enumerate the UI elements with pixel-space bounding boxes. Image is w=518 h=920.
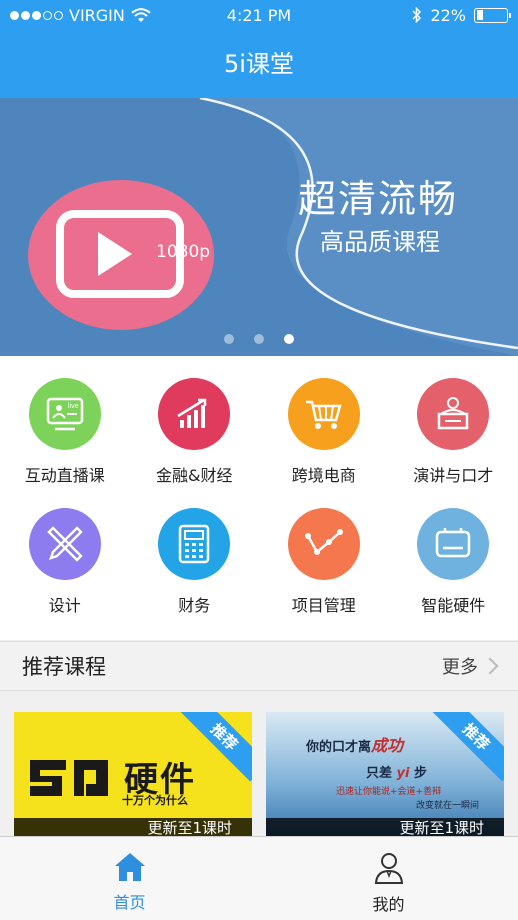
- finance-chart-icon: [158, 378, 231, 450]
- pager-dot-active[interactable]: [284, 334, 294, 344]
- pager-dot[interactable]: [224, 334, 234, 344]
- category-label: 智能硬件: [421, 596, 486, 615]
- course-card[interactable]: 你的口才离成功 只差 yi 步 迅速让你能说+会道+善辩 改变就在一瞬间 推荐 …: [266, 712, 504, 842]
- chevron-right-icon: [481, 657, 499, 675]
- podium-icon: [417, 378, 490, 450]
- section-title: 推荐课程: [22, 655, 106, 679]
- course-tagline: 十万个为什么: [122, 794, 188, 807]
- recommend-section-header: 推荐课程 更多: [0, 641, 518, 691]
- category-ecommerce[interactable]: 跨境电商: [259, 378, 389, 508]
- category-speech[interactable]: 演讲与口才: [389, 378, 518, 508]
- profile-icon: [374, 853, 403, 884]
- category-project[interactable]: 项目管理: [259, 508, 389, 640]
- more-label: 更多: [442, 657, 478, 678]
- status-right: 22%: [412, 5, 511, 25]
- recommend-badge: 推荐: [431, 712, 504, 782]
- play-icon: [98, 232, 132, 276]
- battery-icon: [474, 7, 511, 23]
- category-label: 设计: [48, 596, 81, 615]
- top-bar: VIRGIN 4:21 PM 22% 5i课堂: [0, 0, 518, 98]
- category-label: 互动直播课: [24, 466, 105, 485]
- banner-subtitle: 高品质课程: [320, 228, 440, 256]
- course-card[interactable]: 硬件 十万个为什么 推荐 更新至1课时: [14, 712, 252, 842]
- category-label: 财务: [178, 596, 211, 615]
- video-frame-icon: 1080p: [56, 210, 210, 298]
- category-label: 项目管理: [291, 596, 356, 615]
- status-bar: VIRGIN 4:21 PM 22%: [0, 0, 518, 30]
- device-icon: [417, 508, 490, 580]
- more-link[interactable]: 更多: [442, 653, 499, 679]
- resolution-label: 1080p: [156, 242, 211, 262]
- signal-strength-icon: [10, 10, 63, 20]
- home-icon: [114, 853, 145, 881]
- page-title: 5i课堂: [224, 50, 294, 78]
- tab-profile[interactable]: 我的: [259, 837, 518, 920]
- tab-label: 我的: [372, 895, 405, 914]
- pager-dot[interactable]: [254, 334, 264, 344]
- category-finance[interactable]: 金融&财经: [130, 378, 260, 508]
- category-accounting[interactable]: 财务: [130, 508, 260, 640]
- course-line: 改变就在一瞬间: [416, 801, 480, 811]
- category-design[interactable]: 设计: [0, 508, 130, 640]
- course-line: 迅速让你能说+会道+善辩: [336, 787, 442, 797]
- status-left: VIRGIN: [10, 6, 151, 25]
- banner-pager[interactable]: [224, 334, 294, 344]
- course-line: 只差 yi 步: [366, 766, 428, 781]
- tab-home[interactable]: 首页: [0, 837, 259, 920]
- battery-percent: 22%: [430, 5, 466, 25]
- video-badge: 1080p: [28, 180, 214, 330]
- svg-text:live: live: [68, 403, 79, 410]
- battery-fill: [476, 10, 483, 20]
- category-label: 金融&财经: [156, 466, 233, 485]
- category-label: 跨境电商: [291, 466, 356, 485]
- design-tools-icon: [28, 508, 101, 580]
- category-hardware[interactable]: 智能硬件: [389, 508, 518, 640]
- live-class-icon: live: [28, 378, 101, 450]
- category-grid: live 互动直播课 金融&财经 跨境电商 演讲与口才 设计 财务 项目管理 智…: [0, 356, 518, 640]
- carrier-name: VIRGIN: [69, 5, 125, 25]
- course-list: 硬件 十万个为什么 推荐 更新至1课时 你的口才离成功 只差 yi 步 迅速让你…: [0, 691, 518, 842]
- calculator-icon: [158, 508, 231, 580]
- tab-bar: 首页 我的: [0, 836, 518, 920]
- bluetooth-icon: [412, 7, 422, 23]
- category-label: 演讲与口才: [413, 466, 494, 485]
- course-logo: [30, 760, 108, 796]
- wifi-icon: [131, 7, 151, 22]
- tab-label: 首页: [113, 893, 146, 912]
- promo-banner[interactable]: 1080p 超清流畅 高品质课程: [0, 98, 518, 356]
- category-live[interactable]: live 互动直播课: [0, 378, 130, 508]
- banner-title: 超清流畅: [298, 177, 459, 221]
- shopping-cart-icon: [287, 378, 360, 450]
- course-line: 你的口才离成功: [306, 736, 404, 755]
- line-graph-icon: [287, 508, 360, 580]
